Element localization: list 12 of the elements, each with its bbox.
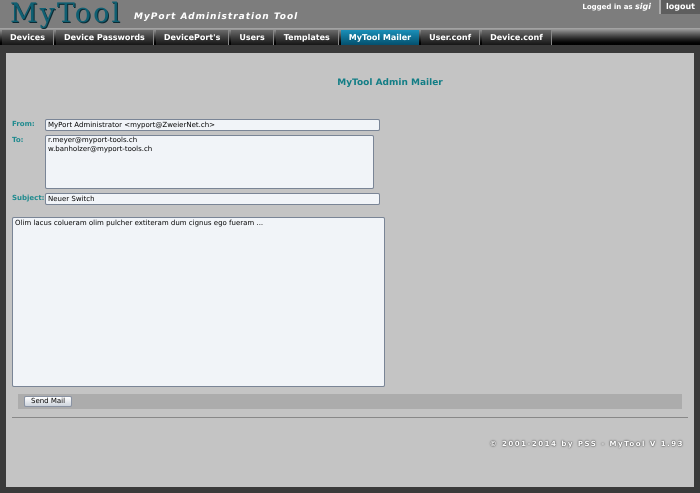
nav-tab[interactable]: User.conf bbox=[421, 30, 480, 45]
nav-tab[interactable]: Device.conf bbox=[482, 30, 552, 45]
nav-tab[interactable]: MyTool Mailer bbox=[340, 30, 420, 45]
logo-text: MyTool bbox=[10, 0, 122, 27]
nav-tab[interactable]: Templates bbox=[276, 30, 339, 45]
app-subtitle: MyPort Administration Tool bbox=[134, 10, 298, 24]
nav-tab[interactable]: Users bbox=[231, 30, 274, 45]
nav-tab[interactable]: DevicePort's bbox=[156, 30, 230, 45]
nav-tab[interactable]: Device Passwords bbox=[56, 30, 154, 45]
logout-link[interactable]: logout bbox=[659, 0, 700, 14]
page-title: MyTool Admin Mailer bbox=[336, 77, 444, 90]
nav-tab[interactable]: Devices bbox=[2, 30, 54, 45]
